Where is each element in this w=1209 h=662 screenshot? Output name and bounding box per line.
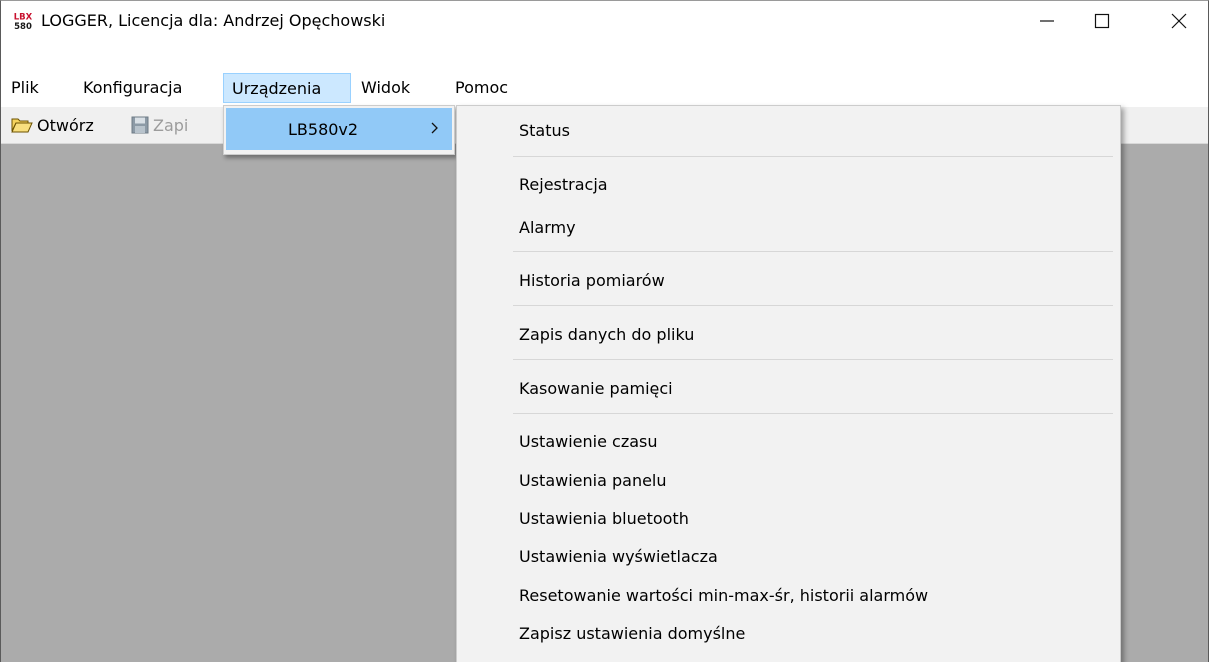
menu-bar: Plik Konfiguracja Urządzenia Widok Pomoc xyxy=(1,73,1208,103)
svg-text:580: 580 xyxy=(14,22,32,31)
menu-item-lb580v2-label: LB580v2 xyxy=(288,119,359,139)
open-button[interactable]: Otwórz xyxy=(11,111,94,139)
save-label: Zapi xyxy=(153,115,189,135)
save-button[interactable]: Zapi xyxy=(131,111,188,139)
submenu-item-alarmy[interactable]: Alarmy xyxy=(519,214,576,242)
menu-item-lb580v2[interactable]: LB580v2 xyxy=(226,108,452,150)
floppy-disk-icon xyxy=(131,116,149,134)
submenu-item-rejestracja[interactable]: Rejestracja xyxy=(519,171,608,199)
open-folder-icon xyxy=(11,118,33,133)
submenu-item-status[interactable]: Status xyxy=(519,117,570,145)
submenu-item-zapis-danych[interactable]: Zapis danych do pliku xyxy=(519,321,694,349)
menu-widok[interactable]: Widok xyxy=(355,73,416,103)
menu-separator xyxy=(513,359,1113,360)
minimize-button[interactable] xyxy=(1019,1,1075,41)
menu-urzadzenia[interactable]: Urządzenia xyxy=(223,73,351,103)
close-icon xyxy=(1171,13,1187,29)
lb580v2-submenu: Status Rejestracja Alarmy Historia pomia… xyxy=(456,105,1121,662)
submenu-item-ustawienia-bluetooth[interactable]: Ustawienia bluetooth xyxy=(519,505,689,533)
menu-plik[interactable]: Plik xyxy=(5,73,45,103)
menu-separator xyxy=(513,413,1113,414)
submenu-item-zapisz-ustawienia-domyslne[interactable]: Zapisz ustawienia domyślne xyxy=(519,620,745,648)
minimize-icon xyxy=(1040,20,1054,22)
maximize-button[interactable] xyxy=(1074,1,1130,41)
lbx-580-app-icon[interactable]: LBX 580 xyxy=(13,11,33,31)
submenu-item-ustawienia-wyswietlacza[interactable]: Ustawienia wyświetlacza xyxy=(519,543,718,571)
menu-separator xyxy=(513,251,1113,252)
open-label: Otwórz xyxy=(37,115,94,135)
svg-text:LBX: LBX xyxy=(14,13,33,23)
menu-pomoc[interactable]: Pomoc xyxy=(449,73,514,103)
submenu-item-ustawienia-panelu[interactable]: Ustawienia panelu xyxy=(519,467,667,495)
close-button[interactable] xyxy=(1151,1,1207,41)
maximize-icon xyxy=(1094,13,1110,29)
title-bar: LBX 580 LOGGER, Licencja dla: Andrzej Op… xyxy=(1,1,1208,41)
menu-separator xyxy=(513,305,1113,306)
submenu-item-resetowanie-wartosci[interactable]: Resetowanie wartości min-max-śr, histori… xyxy=(519,582,928,610)
window-title: LOGGER, Licencja dla: Andrzej Opęchowski xyxy=(41,11,386,30)
submenu-arrow-icon xyxy=(431,122,438,134)
submenu-item-historia-pomiarow[interactable]: Historia pomiarów xyxy=(519,267,665,295)
submenu-item-kasowanie-pamieci[interactable]: Kasowanie pamięci xyxy=(519,375,673,403)
app-window: LBX 580 LOGGER, Licencja dla: Andrzej Op… xyxy=(0,0,1209,662)
menu-konfiguracja[interactable]: Konfiguracja xyxy=(77,73,188,103)
submenu-item-ustawienie-czasu[interactable]: Ustawienie czasu xyxy=(519,428,658,456)
menu-separator xyxy=(513,156,1113,157)
urzadzenia-dropdown: LB580v2 xyxy=(223,105,455,155)
